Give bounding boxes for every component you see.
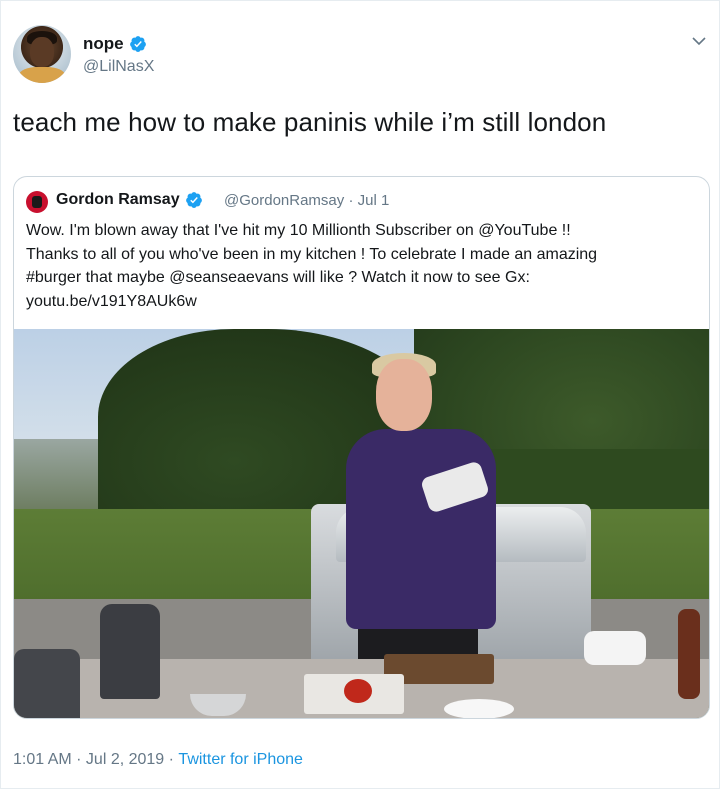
scene-plate	[444, 699, 514, 718]
quoted-text-line: Wow. I'm blown away that I've hit my 10 …	[26, 222, 571, 239]
avatar-face	[30, 37, 54, 67]
author-name[interactable]: nope	[83, 34, 147, 54]
quoted-author-avatar[interactable]	[26, 191, 48, 213]
scene-person-body	[346, 429, 496, 629]
avatar-shirt	[19, 67, 65, 83]
tweet-footer: 1:01 AM · Jul 2, 2019 · Twitter for iPho…	[13, 751, 303, 769]
tweet-time[interactable]: 1:01 AM	[13, 751, 72, 769]
quoted-text-line: #burger that maybe @seanseaevans will li…	[26, 269, 530, 286]
verified-badge-icon	[185, 192, 202, 208]
scene-pepper-mill	[678, 609, 700, 699]
video-thumbnail[interactable]	[14, 329, 709, 718]
scene-lantern	[100, 604, 160, 699]
tweet-card: nope @LilNasX teach me how to make panin…	[0, 0, 720, 789]
quoted-author-name[interactable]: Gordon Ramsay	[56, 191, 203, 209]
quoted-tweet-date[interactable]: Jul 1	[358, 192, 390, 209]
quoted-author-handle[interactable]: @GordonRamsay	[224, 192, 344, 209]
footer-separator: ·	[164, 751, 179, 768]
quoted-tweet[interactable]: Gordon Ramsay @GordonRamsay · Jul 1 Wow.…	[13, 176, 710, 719]
scene-lantern	[14, 649, 80, 718]
scene-person-head	[376, 359, 432, 431]
author-name-text[interactable]: nope	[83, 34, 124, 54]
quoted-author-name-text[interactable]: Gordon Ramsay	[56, 191, 180, 209]
meta-separator: ·	[348, 192, 354, 209]
scene-paper-towel	[584, 631, 646, 665]
footer-separator: ·	[71, 751, 86, 768]
author-avatar[interactable]	[13, 25, 71, 83]
quoted-text-line: Thanks to all of you who've been in my k…	[26, 245, 598, 263]
quoted-tweet-text: Wow. I'm blown away that I've hit my 10 …	[26, 219, 696, 313]
tweet-source-link[interactable]: Twitter for iPhone	[178, 751, 303, 769]
chevron-down-icon[interactable]	[691, 35, 707, 47]
author-handle[interactable]: @LilNasX	[83, 58, 154, 76]
quoted-tweet-meta: @GordonRamsay · Jul 1	[224, 192, 389, 209]
tweet-date[interactable]: Jul 2, 2019	[86, 751, 164, 769]
quoted-text-link[interactable]: youtu.be/v191Y8AUk6w	[26, 290, 696, 314]
verified-badge-icon	[129, 36, 146, 52]
scene-tomato	[344, 679, 372, 703]
tweet-text: teach me how to make paninis while i’m s…	[13, 107, 607, 137]
